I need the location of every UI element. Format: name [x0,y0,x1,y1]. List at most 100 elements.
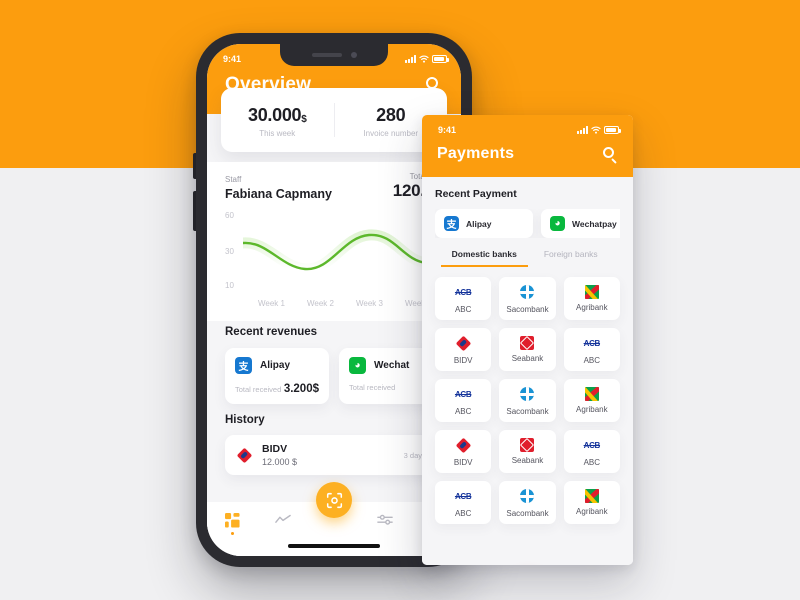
alipay-logo-icon: 支 [444,216,459,231]
bank-cell[interactable]: ACB ABC [435,481,492,524]
bank-cell[interactable]: ACB ABC [435,277,492,320]
agribank-logo-icon [584,285,599,299]
bank-cell[interactable]: Seabank [499,328,556,371]
bank-name: Agribank [576,303,608,312]
acb-logo-icon: ACB [583,338,601,348]
wifi-icon [419,55,429,63]
payment-card-name: Wechatpay [572,218,617,229]
bank-cell[interactable]: ACB ABC [563,430,620,473]
bank-name: ABC [454,304,472,314]
revenue-card-sublabel: Total received [349,383,396,392]
payment-card-alipay[interactable]: 支 Alipay [435,209,533,238]
seabank-logo-icon [520,437,535,453]
acb-logo-icon: ACB [583,440,601,450]
bidv-logo-icon [455,437,472,454]
notch [280,44,388,66]
seabank-logo-icon [520,335,535,351]
bank-name: ABC [454,406,472,416]
status-time: 9:41 [438,125,457,135]
revenue-card-sublabel: Total received [235,384,282,394]
bank-cell[interactable]: Seabank [499,430,556,473]
chart-y-axis: 60 30 10 [225,211,245,297]
tab-domestic-banks[interactable]: Domestic banks [441,249,528,267]
bank-name: ABC [583,457,601,467]
status-time: 9:41 [223,54,242,64]
bank-name: Sacombank [506,508,549,518]
history-item-name: BIDV [262,443,288,455]
bank-cell[interactable]: ACB ABC [563,328,620,371]
tab-foreign-banks[interactable]: Foreign banks [528,249,615,267]
history-item-amount: 12.000 $ [262,457,298,467]
summary-stats-card: 30.000$ This week 280 Invoice number [221,88,447,152]
phone2-statusbar: 9:41 [422,115,633,141]
history-item-bidv[interactable]: BIDV 12.000 $ 3 days a [225,435,443,475]
active-indicator-dot [230,532,234,535]
recent-revenues-title: Recent revenues [225,326,318,338]
revenue-card-name: Wechat [374,360,410,371]
wifi-icon [591,126,601,134]
stat-this-week: 30.000$ This week [221,103,334,138]
battery-icon [432,55,449,63]
scan-fab-button[interactable] [316,482,352,518]
staff-label: Staff [225,175,242,184]
recent-payment-section: Recent Payment 支 Alipay ◕ Wechatpay W Do… [422,177,633,267]
phone-screen-payments: 9:41 Payments Recent Payment 支 Alipay ◕ … [422,115,633,565]
x-tick: Week 3 [356,299,383,308]
payment-card-name: Alipay [466,218,492,229]
sliders-icon [376,514,393,525]
bank-cell[interactable]: Sacombank [499,277,556,320]
stat-label: This week [259,128,296,138]
agribank-logo-icon [584,387,599,401]
bank-name: Seabank [511,456,544,465]
acb-logo-icon: ACB [454,287,472,297]
y-tick: 60 [225,211,234,220]
wechat-logo-icon: ◕ [349,357,366,374]
bank-cell[interactable]: ACB ABC [435,379,492,422]
tab-analytics[interactable] [258,513,309,526]
payment-card-wechatpay[interactable]: ◕ Wechatpay [541,209,620,238]
bank-cell[interactable]: BIDV [435,328,492,371]
sacombank-logo-icon [519,488,536,505]
signal-bars-icon [405,55,416,63]
search-icon[interactable] [603,146,618,164]
bidv-logo-icon [455,335,472,352]
bank-cell[interactable]: Agribank [563,379,620,422]
agribank-logo-icon [584,489,599,503]
bank-cell[interactable]: Agribank [563,277,620,320]
bank-cell[interactable]: Sacombank [499,481,556,524]
bank-cell[interactable]: Sacombank [499,379,556,422]
battery-icon [604,126,621,134]
wechat-logo-icon: ◕ [550,216,565,231]
revenue-card-name: Alipay [260,360,291,371]
bank-name: Seabank [511,354,544,363]
bank-name: BIDV [453,457,473,467]
bank-cell[interactable]: Agribank [563,481,620,524]
bidv-logo-icon [236,447,253,464]
page-title: Payments [437,145,515,162]
x-tick: Week 2 [307,299,334,308]
bank-cell[interactable]: BIDV [435,430,492,473]
stat-value: 30.000 [247,104,302,125]
phone2-header: 9:41 Payments [422,115,633,177]
alipay-logo-icon: 支 [235,357,252,374]
bank-name: Agribank [576,405,608,414]
stat-value: 280 [376,104,406,125]
bank-name: Agribank [576,507,608,516]
tab-filters[interactable] [359,513,410,526]
grid-icon [224,513,240,528]
tab-dashboard[interactable] [207,513,258,535]
stat-unit: $ [301,113,307,125]
x-tick: Week 1 [258,299,285,308]
revenue-card-amount: 3.200$ [283,383,319,395]
bank-name: Sacombank [506,406,549,416]
revenue-card-alipay[interactable]: 支 Alipay Total received 3.200$ [225,348,329,404]
revenue-line-chart: 60 30 10 Week 1 Week 2 Week 3 Week 4 [225,211,461,315]
y-tick: 30 [225,247,234,256]
recent-payment-title: Recent Payment [435,188,517,200]
staff-name: Fabiana Capmany [225,187,332,201]
phone2-content: Recent Payment 支 Alipay ◕ Wechatpay W Do… [422,177,633,565]
sacombank-logo-icon [519,284,536,301]
history-title: History [225,414,265,426]
bank-name: ABC [583,355,601,365]
recent-payment-row: 支 Alipay ◕ Wechatpay W [435,209,620,238]
